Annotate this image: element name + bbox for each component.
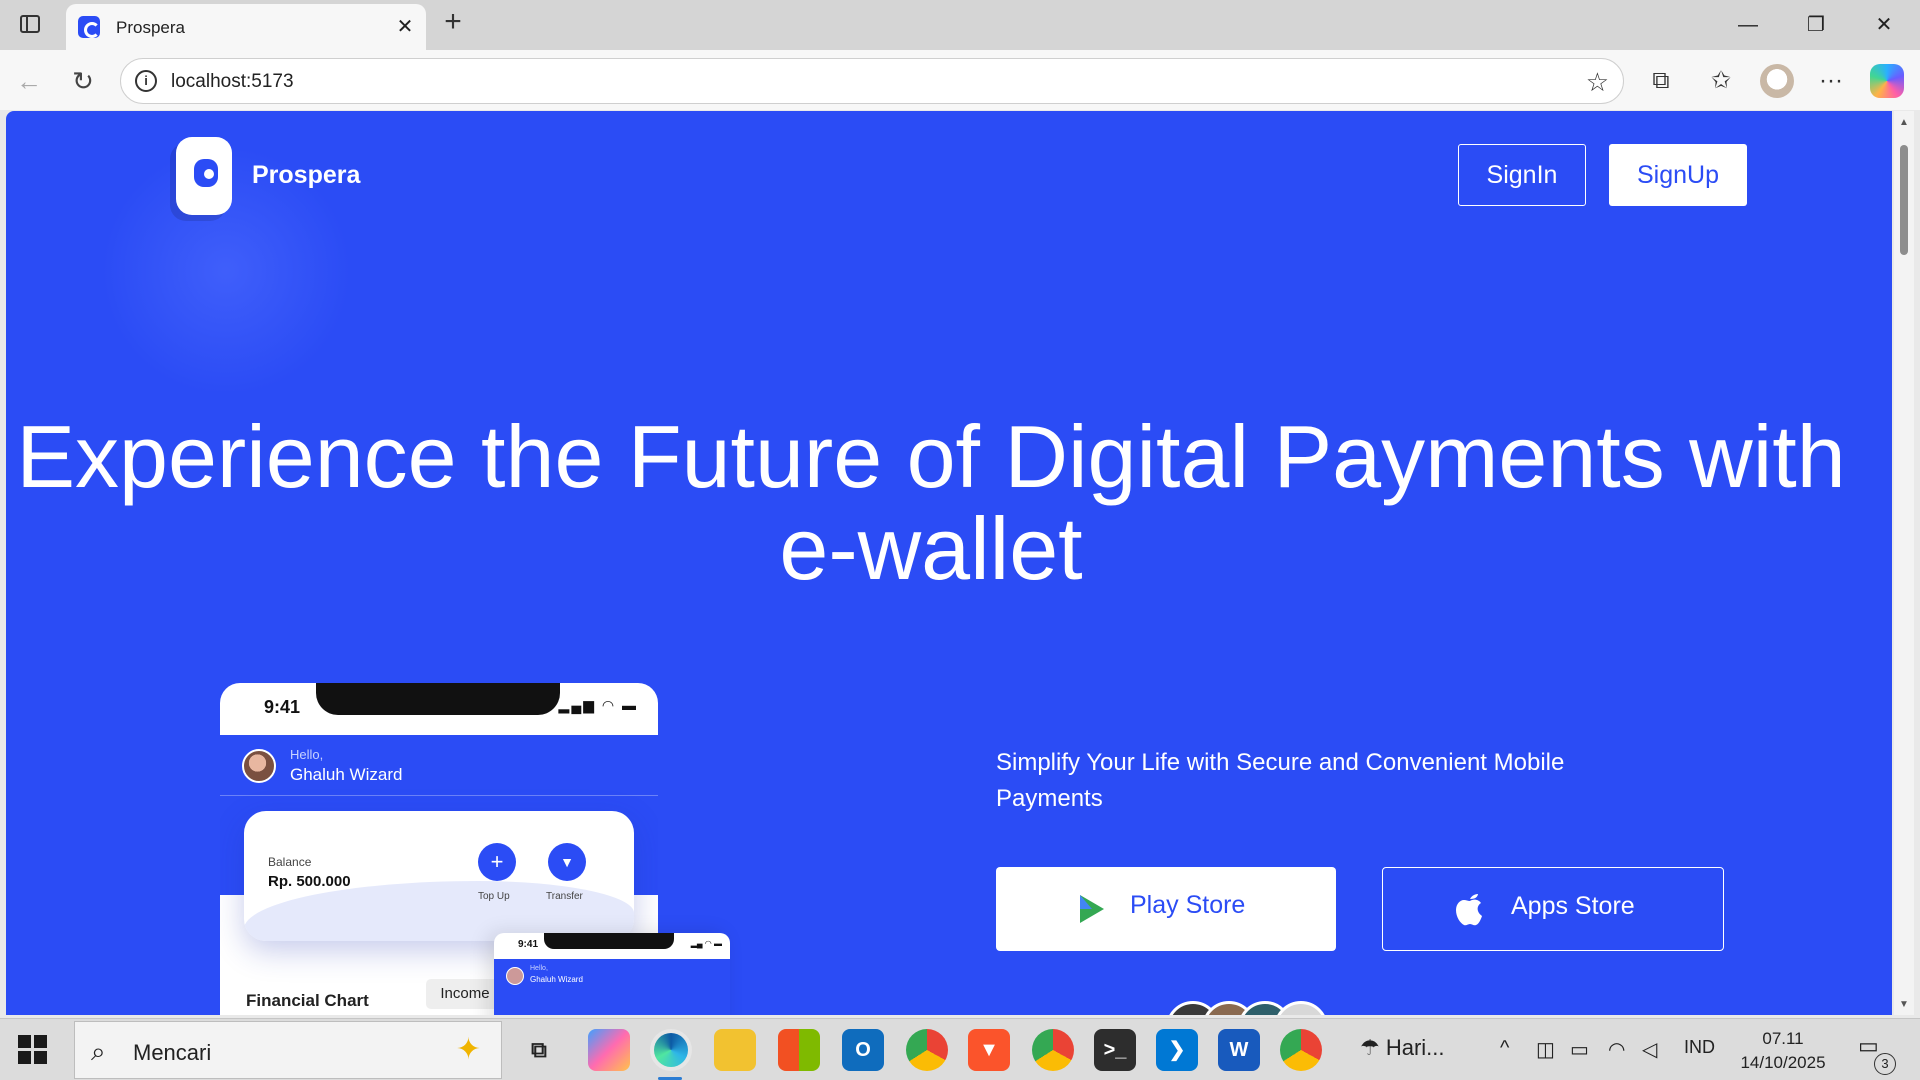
extensions-icon[interactable]: ⧉ — [1644, 64, 1678, 98]
vscode-icon[interactable]: ❯ — [1156, 1029, 1198, 1071]
browser-tab-active[interactable]: Prospera ✕ — [66, 4, 426, 50]
phone-time: 9:41 — [264, 697, 301, 717]
favorite-star-icon[interactable]: ☆ — [1586, 67, 1609, 98]
signin-button[interactable]: SignIn — [1458, 144, 1586, 206]
scroll-up-icon[interactable]: ▲ — [1898, 117, 1910, 128]
hero-title: Experience the Future of Digital Payment… — [16, 407, 1846, 598]
windows-start-icon[interactable] — [18, 1035, 48, 1065]
task-view-icon[interactable]: ⧉ — [518, 1029, 560, 1071]
word-icon[interactable]: W — [1218, 1029, 1260, 1071]
browser-tab-strip: Prospera ✕ + — ❐ ✕ — [0, 0, 1920, 50]
phone-user-name: Ghaluh Wizard — [290, 765, 403, 784]
avatar — [1274, 1001, 1328, 1015]
system-clock[interactable]: 07.11 14/10/2025 — [1734, 1027, 1832, 1075]
outlook-icon[interactable]: O — [842, 1029, 884, 1071]
browser-toolbar: ← ↻ i localhost:5173 ☆ ⧉ ✩ ··· — [0, 50, 1920, 110]
minimize-button[interactable]: — — [1728, 10, 1768, 40]
brand-name[interactable]: Prospera — [252, 161, 360, 190]
phone-small-user-name: Ghaluh Wizard — [530, 975, 583, 984]
phone-small-avatar — [506, 967, 524, 985]
meet-now-icon[interactable]: ◫ — [1536, 1037, 1555, 1062]
phone-small-header: Hello, Ghaluh Wizard — [494, 959, 730, 1015]
phone-small-time: 9:41 — [518, 939, 539, 950]
prospera-logo-icon[interactable] — [176, 137, 232, 215]
hero-tagline: Simplify Your Life with Secure and Conve… — [996, 749, 1565, 812]
new-tab-button[interactable]: + — [438, 7, 468, 38]
reload-button[interactable]: ↻ — [66, 64, 100, 98]
search-placeholder: Mencari — [133, 1040, 212, 1065]
clock-date: 14/10/2025 — [1740, 1053, 1826, 1072]
site-info-icon[interactable]: i — [135, 70, 157, 92]
scroll-down-icon[interactable]: ▼ — [1898, 999, 1910, 1010]
signup-button[interactable]: SignUp — [1609, 144, 1747, 206]
user-avatars-row — [1166, 1001, 1366, 1015]
address-url[interactable]: localhost:5173 — [171, 71, 294, 93]
tab-close-icon[interactable]: ✕ — [394, 16, 416, 38]
scroll-thumb[interactable] — [1900, 145, 1908, 255]
top-up-icon: + — [478, 843, 516, 881]
balance-label: Balance — [268, 855, 312, 869]
phone-small-notch — [544, 933, 674, 949]
phone-small-status-icons: ▂▄ ◠ ▬ — [690, 939, 722, 948]
transfer-label: Transfer — [546, 891, 583, 902]
window-close-button[interactable]: ✕ — [1864, 10, 1904, 40]
copilot-app-icon[interactable] — [588, 1029, 630, 1071]
phone-divider — [220, 795, 658, 796]
copilot-icon[interactable] — [1870, 64, 1904, 98]
chrome-icon[interactable] — [906, 1029, 948, 1071]
apps-store-button[interactable]: Apps Store — [1382, 867, 1724, 951]
sidebar-toggle-icon[interactable] — [14, 10, 46, 38]
tab-title: Prospera — [116, 18, 185, 37]
user-avatar — [242, 749, 276, 783]
battery-icon[interactable]: ▭ — [1570, 1037, 1589, 1062]
search-highlight-icon: ✦ — [455, 1033, 481, 1066]
weather-text: Hari... — [1385, 1035, 1445, 1060]
phone-small-greeting: Hello, — [530, 965, 548, 972]
phone-notch — [316, 683, 560, 715]
apps-store-label: Apps Store — [1511, 892, 1635, 920]
taskbar-search[interactable]: ⌕ Mencari ✦ — [74, 1021, 502, 1079]
address-bar[interactable]: i localhost:5173 ☆ — [120, 58, 1624, 104]
phone-mockup-small: 9:41 ▂▄ ◠ ▬ Hello, Ghaluh Wizard — [494, 933, 730, 1015]
page-viewport: Prospera SignIn SignUp Experience the Fu… — [6, 111, 1892, 1015]
prospera-favicon-icon — [78, 16, 100, 38]
profile-avatar[interactable] — [1760, 64, 1794, 98]
umbrella-icon: ☂ — [1360, 1035, 1386, 1060]
volume-icon[interactable]: ◁ — [1642, 1037, 1657, 1062]
play-store-button[interactable]: Play Store — [996, 867, 1336, 951]
search-icon: ⌕ — [91, 1036, 106, 1066]
phone-greeting: Hello, — [290, 747, 324, 762]
balance-wave — [244, 881, 634, 941]
play-store-label: Play Store — [1130, 891, 1246, 919]
wifi-icon[interactable]: ◠ — [1608, 1037, 1625, 1062]
language-indicator[interactable]: IND — [1684, 1037, 1715, 1058]
income-chip: Income — [426, 979, 504, 1009]
microsoft-store-icon[interactable] — [778, 1029, 820, 1071]
weather-widget[interactable]: ☂ Hari... — [1360, 1035, 1445, 1061]
notification-count-badge: 3 — [1874, 1053, 1896, 1075]
transfer-icon: ▼ — [548, 843, 586, 881]
back-button[interactable]: ← — [12, 64, 46, 98]
restore-button[interactable]: ❐ — [1796, 10, 1836, 40]
terminal-icon[interactable]: >_ — [1094, 1029, 1136, 1071]
brave-icon[interactable]: ▼ — [968, 1029, 1010, 1071]
balance-card: Balance Rp. 500.000 + Top Up ▼ Transfer — [244, 811, 634, 941]
google-play-icon — [1080, 895, 1104, 923]
windows-taskbar: ⌕ Mencari ✦ ⧉ O ▼ >_ ❯ W ☂ Hari... ^ ◫ ▭… — [0, 1018, 1920, 1080]
financial-chart-title: Financial Chart — [246, 991, 369, 1010]
chrome-profile-icon[interactable] — [1032, 1029, 1074, 1071]
apple-icon — [1456, 894, 1482, 926]
chrome-profile-m-icon[interactable] — [1280, 1029, 1322, 1071]
edge-icon[interactable] — [650, 1029, 692, 1071]
file-explorer-icon[interactable] — [714, 1029, 756, 1071]
settings-menu-icon[interactable]: ··· — [1814, 64, 1848, 98]
favorites-icon[interactable]: ✩ — [1704, 64, 1738, 98]
tray-overflow-icon[interactable]: ^ — [1500, 1037, 1509, 1060]
page-scrollbar[interactable]: ▲ ▼ — [1894, 111, 1914, 1015]
top-up-label: Top Up — [478, 891, 510, 902]
clock-time: 07.11 — [1762, 1029, 1804, 1048]
balance-value: Rp. 500.000 — [268, 873, 351, 890]
phone-status-icons: ▂▄▆ ◠ ▬ — [558, 697, 638, 713]
